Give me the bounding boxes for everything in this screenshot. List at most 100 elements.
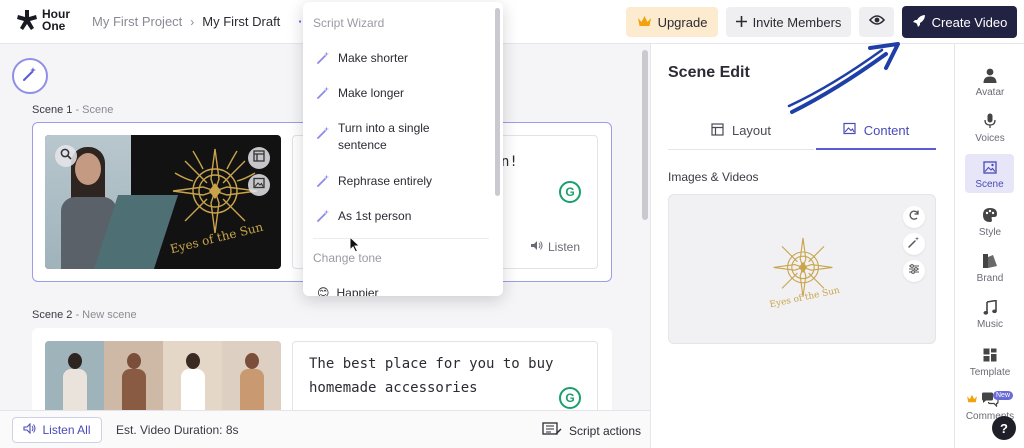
media-preview[interactable]: Eyes of the Sun [668,194,936,344]
menu-item-label: Make longer [338,86,405,100]
scenes-scrollbar[interactable] [642,50,648,220]
scene-2-title: Scene 2 [32,309,73,321]
menu-item-rephrase[interactable]: Rephrase entirely [317,173,487,192]
scene-1-listen-button[interactable]: Listen [530,240,580,254]
upgrade-label: Upgrade [657,14,708,30]
script-actions-label: Script actions [569,423,642,438]
sidebar-item-label: Template [969,367,1011,378]
sidebar-item-voices[interactable]: Voices [962,112,1018,144]
thumb2-panel-2 [104,341,163,413]
script-wizard-heading: Script Wizard [313,16,385,30]
breadcrumb-draft[interactable]: My First Draft [202,14,280,29]
scene-1-label: Scene 1 - Scene [32,104,113,116]
palette-icon [981,206,999,224]
preview-button[interactable] [859,7,894,37]
sliders-icon [908,262,920,280]
upgrade-button[interactable]: Upgrade [626,7,718,37]
refresh-icon [908,208,920,226]
menu-item-make-longer[interactable]: Make longer [317,85,487,104]
menu-item-single-sentence[interactable]: Turn into a single sentence [317,120,447,154]
magic-wand-icon [317,86,331,104]
sidebar-item-avatar[interactable]: Avatar [962,66,1018,98]
magic-wand-icon [317,51,331,69]
replace-media-button[interactable] [903,206,925,228]
sidebar-item-label: Style [978,227,1002,238]
script-wizard-menu: Script Wizard Make shorter Make longer T… [303,2,503,296]
speaker-icon [530,240,543,254]
script-actions-button[interactable]: Script actions [542,422,641,439]
person-icon [981,66,999,84]
sidebar-item-template[interactable]: Template [962,346,1018,378]
layout-icon [253,149,265,167]
sidebar-item-music[interactable]: Music [962,298,1018,330]
magic-media-button[interactable] [903,233,925,255]
zoom-thumbnail-button[interactable] [55,145,77,167]
sidebar-item-label: Music [976,319,1004,330]
scene-2-label: Scene 2 - New scene [32,309,137,321]
logo-text: Hour One [42,8,76,32]
script-actions-icon [542,422,562,439]
listen-all-label: Listen All [42,423,91,437]
sidebar-item-scene[interactable]: Scene [965,154,1014,193]
logo-line-2: One [42,19,66,33]
plus-icon [735,15,747,30]
brand-icon [981,252,999,270]
menu-item-first-person[interactable]: As 1st person [317,208,487,227]
scene-1-thumbnail[interactable]: Eyes of the Sun [45,135,281,269]
sidebar-item-label: Brand [976,273,1004,284]
magic-wand-icon [317,174,331,192]
image-icon [981,158,999,176]
scene-2-thumbnail[interactable] [45,341,281,413]
breadcrumb-project[interactable]: My First Project [92,14,182,29]
scene-2-script-editor[interactable]: The best place for you to buy homemade a… [292,341,598,413]
template-icon [981,346,999,364]
arrow-annotation-icon [786,40,906,125]
menu-scrollbar[interactable] [495,8,500,196]
menu-item-label: As 1st person [338,209,412,223]
grammarly-icon[interactable]: G [559,387,581,409]
rocket-icon [912,14,926,31]
menu-item-make-shorter[interactable]: Make shorter [317,50,487,69]
scene-2-script-line-2: homemade accessories [309,380,478,396]
tab-layout-label: Layout [731,123,772,138]
magic-wand-icon [908,235,920,253]
bottom-bar: Listen All Est. Video Duration: 8s Scrip… [0,410,650,448]
tools-sidebar [954,44,1024,448]
thumbnail-layout-button[interactable] [248,147,270,169]
sidebar-item-label: Avatar [975,87,1005,98]
scene-edit-title: Scene Edit [668,64,750,81]
video-duration: Est. Video Duration: 8s [116,423,239,437]
sidebar-item-label: Scene [975,179,1004,190]
magic-wand-button[interactable] [12,58,48,94]
scene-1-script-text: n! [501,154,518,170]
invite-members-button[interactable]: Invite Members [726,7,851,37]
media-settings-button[interactable] [903,260,925,282]
crown-icon [966,390,978,408]
magic-wand-icon [22,66,38,87]
menu-item-happier[interactable]: 😊 Happier [317,285,487,296]
sidebar-item-style[interactable]: Style [962,206,1018,238]
menu-item-label: Make shorter [338,51,409,65]
search-icon [60,147,72,165]
create-video-button[interactable]: Create Video [902,6,1017,38]
create-video-label: Create Video [931,14,1008,30]
magic-wand-icon [317,209,331,227]
breadcrumb-separator: › [190,14,195,29]
listen-all-button[interactable]: Listen All [12,417,102,443]
thumbnail-image-button[interactable] [248,174,270,196]
images-videos-label: Images & Videos [668,170,759,184]
change-tone-heading: Change tone [313,251,382,265]
breadcrumb: My First Project › My First Draft ··· [92,14,314,29]
scene-1-subtitle: - Scene [75,104,114,116]
hour-one-logo[interactable]: Hour One [16,8,76,32]
new-badge: New [993,391,1014,400]
eye-icon [868,13,885,31]
scene-2-subtitle: - New scene [75,309,137,321]
happy-face-icon: 😊 [317,286,330,296]
top-bar: Hour One My First Project › My First Dra… [0,0,1024,44]
thumb2-panel-4 [222,341,281,413]
sidebar-item-brand[interactable]: Brand [962,252,1018,284]
help-button[interactable]: ? [992,416,1016,440]
menu-divider [313,238,489,239]
grammarly-icon[interactable]: G [559,181,581,203]
